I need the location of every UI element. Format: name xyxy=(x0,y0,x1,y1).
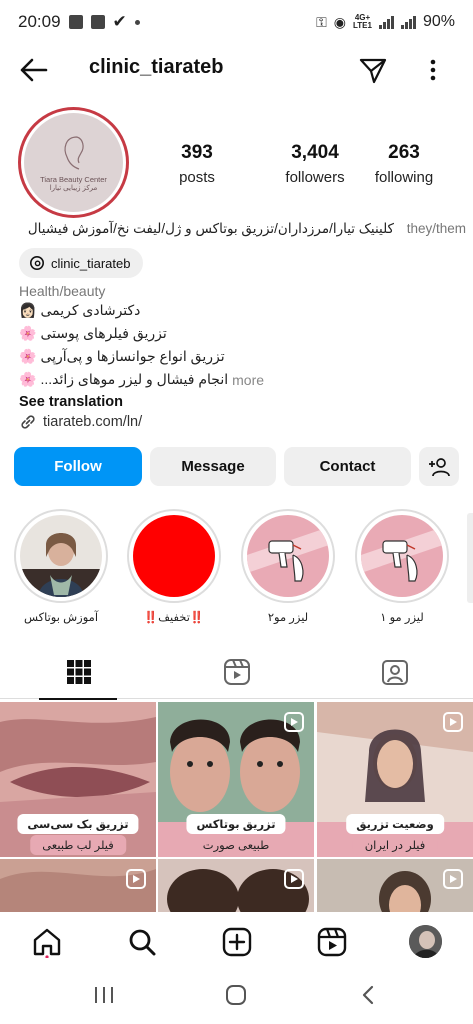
status-time: 20:09 xyxy=(18,12,61,31)
direct-message-icon[interactable] xyxy=(358,55,388,85)
post-thumbnail[interactable]: وضعیت تزریق فیلر در ایران xyxy=(317,702,473,857)
posts-grid: تزریق بک سی‌سی فیلر لب طبیعی تزریق بوتاک… xyxy=(0,702,473,912)
active-tab-indicator xyxy=(39,698,117,700)
bio-line: 🌸 تزریق فیلرهای پوستی xyxy=(19,325,167,341)
bottom-navigation xyxy=(0,912,473,972)
hotspot-icon: ◉ xyxy=(333,13,346,30)
app-v-icon: ✔ xyxy=(112,12,127,31)
tagged-icon xyxy=(381,659,408,685)
highlight-red-cover xyxy=(133,515,215,597)
system-navigation xyxy=(0,972,473,1024)
post-thumbnail[interactable] xyxy=(158,859,314,912)
laser-cover xyxy=(361,515,443,597)
signal-icon xyxy=(378,15,394,29)
home-icon[interactable] xyxy=(31,926,63,958)
story-highlight[interactable]: لیزر مو۲ xyxy=(241,509,335,624)
threads-icon xyxy=(30,256,44,270)
reel-badge-icon xyxy=(284,712,304,732)
suggest-people-button[interactable] xyxy=(419,447,459,486)
reels-icon xyxy=(223,658,250,685)
header-username: clinic_tiarateb xyxy=(89,56,224,78)
bio-line: 👩🏻 دکترشادی کریمی xyxy=(19,302,141,318)
grid-icon xyxy=(66,659,91,684)
bio-line: 🌸 انجام فیشال و لیزر موهای زائد... more xyxy=(19,371,265,388)
back-arrow-icon[interactable] xyxy=(18,56,50,84)
next-highlight-peek xyxy=(467,513,473,603)
gallery-icon xyxy=(68,15,83,29)
pronouns: they/them xyxy=(406,221,466,236)
post-thumbnail[interactable]: تزریق بوتاکس طبیعی صورت xyxy=(158,702,314,857)
contact-button[interactable]: Contact xyxy=(284,447,411,486)
post-thumbnail[interactable] xyxy=(317,859,473,912)
reel-badge-icon xyxy=(443,712,463,732)
highlight-photo xyxy=(20,515,102,597)
back-button-icon[interactable] xyxy=(360,984,376,1006)
story-highlight[interactable]: لیزر مو ۱ xyxy=(355,509,449,624)
profile-avatar-nav[interactable] xyxy=(409,925,442,958)
avatar-brand-en: Tiara Beauty Center xyxy=(40,175,107,184)
status-bar: 20:09 ✔ ⚿ ◉ 4G+ LTE1 90% xyxy=(0,0,473,44)
profile-avatar[interactable]: Tiara Beauty Center مرکز زیبایی تیارا xyxy=(18,107,129,218)
message-button[interactable]: Message xyxy=(150,447,276,486)
recent-apps-icon[interactable] xyxy=(92,984,116,1006)
add-person-icon xyxy=(429,457,450,476)
lte-indicator: 4G+ LTE1 xyxy=(353,13,372,30)
see-translation-link[interactable]: See translation xyxy=(19,394,123,410)
key-icon: ⚿ xyxy=(316,13,327,30)
tab-reels[interactable] xyxy=(158,644,315,699)
search-icon[interactable] xyxy=(126,926,158,958)
stat-posts[interactable]: 393 posts xyxy=(172,142,222,186)
profile-category: Health/beauty xyxy=(19,283,106,299)
post-thumbnail[interactable]: تزریق بک سی‌سی فیلر لب طبیعی xyxy=(0,702,156,857)
signal2-icon xyxy=(400,15,416,29)
link-icon xyxy=(21,415,35,429)
bio-line: 🌸 تزریق انواع جوانسازها و پی‌آرپی xyxy=(19,348,225,364)
story-highlight[interactable]: ‼️تخفیف‼️ xyxy=(127,509,221,624)
story-highlight[interactable]: آموزش بوتاکس xyxy=(14,509,108,624)
avatar-brand-fa: مرکز زیبایی تیارا xyxy=(49,185,98,192)
more-options-icon[interactable] xyxy=(424,56,442,84)
logo-face-icon xyxy=(64,136,84,170)
notification-dot-icon xyxy=(134,19,140,25)
profile-header: clinic_tiarateb xyxy=(0,46,473,94)
create-post-icon[interactable] xyxy=(221,926,253,958)
bio-headline: کلینیک تیارا/مرزداران/تزریق بوتاکس و ژل/… xyxy=(27,221,394,236)
follow-button[interactable]: Follow xyxy=(14,447,142,486)
laser-cover xyxy=(247,515,329,597)
home-button-icon[interactable] xyxy=(225,984,247,1006)
media-icon xyxy=(90,15,105,29)
reels-nav-icon[interactable] xyxy=(316,926,348,958)
post-thumbnail[interactable] xyxy=(0,859,156,912)
bio-more-link[interactable]: more xyxy=(232,372,264,388)
tab-tagged[interactable] xyxy=(316,644,473,699)
threads-handle: clinic_tiarateb xyxy=(51,255,131,271)
stat-following[interactable]: 263 following xyxy=(368,142,440,186)
website-link[interactable]: tiarateb.com/ln/ xyxy=(19,413,142,431)
profile-content-tabs xyxy=(0,644,473,700)
battery-level: 90% xyxy=(422,13,455,30)
reel-badge-icon xyxy=(443,869,463,889)
tab-posts-grid[interactable] xyxy=(0,644,157,700)
reel-badge-icon xyxy=(284,869,304,889)
threads-link-chip[interactable]: clinic_tiarateb xyxy=(19,248,143,278)
reel-badge-icon xyxy=(126,869,146,889)
stat-followers[interactable]: 3,404 followers xyxy=(265,142,365,186)
